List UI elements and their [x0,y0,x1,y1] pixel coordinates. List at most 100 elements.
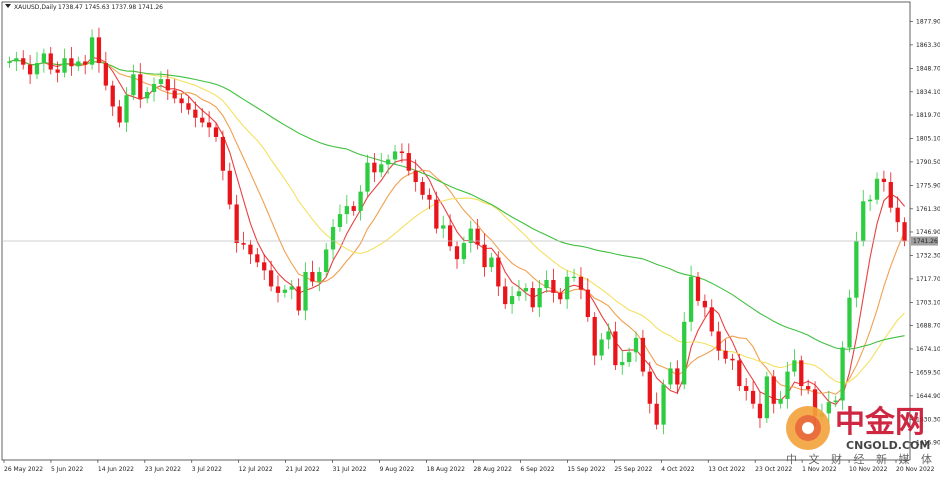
candle-body [799,360,804,387]
candle-body [255,254,260,263]
watermark: 中金网 CNGOLD.COM 中 文 财 经 新 媒 体 [786,405,936,466]
x-tick-label: 6 Sep 2022 [520,466,554,473]
candle-body [406,153,411,171]
candle-body [69,58,74,67]
candle-body [447,225,453,247]
y-tick-label: 1790.50 [916,159,940,166]
candle-body [847,297,852,348]
x-tick-label: 31 Jul 2022 [333,466,367,473]
candle-body [21,58,26,65]
x-tick-label: 9 Aug 2022 [380,466,415,473]
candle-body [461,243,467,260]
y-tick-label: 1805.10 [916,135,940,142]
candle-body [62,58,67,73]
candle-body [89,37,95,65]
candle-body [151,83,157,92]
candle-body [544,280,549,289]
candle-body [867,199,873,202]
candle-body [627,352,632,362]
candle-body [688,276,694,322]
candle-body [592,316,597,356]
candle-body [262,262,267,271]
x-tick-label: 10 Nov 2022 [849,466,888,473]
candle-body [227,170,232,205]
y-tick-label: 1877.90 [916,18,940,25]
candle-body [83,61,88,65]
candle-body [399,151,405,154]
candle-body [386,159,391,165]
candle-body [695,276,701,301]
candle-body [420,181,425,195]
candle-body [317,271,322,282]
x-tick-label: 3 Jul 2022 [192,466,222,473]
candle-body [778,398,783,404]
candle-body [723,350,728,359]
candle-body [874,178,880,200]
y-tick-label: 1761.30 [916,206,940,213]
watermark-slogan: 中 文 财 经 新 媒 体 [786,452,936,466]
x-tick-label: 15 Sep 2022 [567,466,605,473]
candle-body [551,280,556,293]
x-tick-label: 28 Aug 2022 [473,466,512,473]
candle-body [840,347,845,401]
candle-body [27,64,33,75]
candle-body [661,384,666,425]
candle-body [599,339,604,356]
candle-body [14,58,19,62]
x-tick-label: 18 Aug 2022 [427,466,466,473]
chart-ohlc: 1738.47 1745.63 1737.98 1741.26 [58,4,163,11]
candle-body [103,63,108,86]
candle-body [475,228,480,245]
candle-body [585,289,590,317]
candle-body [654,403,659,425]
candle-body [213,127,219,137]
candle-body [427,194,432,200]
y-tick-label: 1732.30 [916,252,940,259]
candle-body [241,243,246,245]
candle-body [34,63,40,75]
candle-body [337,214,343,227]
candle-body [365,162,370,192]
x-tick-label: 1 Nov 2022 [802,466,837,473]
candle-body [268,270,274,287]
candle-body [392,151,398,160]
candle-body [158,79,164,84]
candle-body [633,337,639,353]
candle-body [503,286,508,305]
x-tick-label: 25 Sep 2022 [614,466,652,473]
candle-body [558,292,563,300]
candle-body [372,162,377,173]
watermark-brand-cn: 中金网 [835,405,925,440]
x-tick-label: 12 Jul 2022 [239,466,273,473]
candle-body [413,170,418,182]
y-tick-label: 1819.70 [916,112,940,119]
candle-body [702,300,708,308]
candle-body [750,390,756,404]
x-tick-label: 26 May 2022 [4,466,43,473]
candle-body [248,244,253,255]
candle-body [76,61,81,67]
candle-body [833,400,838,403]
candle-body [716,331,721,351]
x-tick-label: 21 Jul 2022 [286,466,320,473]
y-tick-label: 1644.90 [916,393,940,400]
candle-body [344,206,349,215]
candle-body [7,61,12,64]
candle-body [303,271,308,311]
y-tick-label: 1659.50 [916,369,940,376]
candle-body [482,244,487,268]
candle-body [489,257,494,268]
candle-body [902,222,907,242]
candle-body [640,337,646,372]
x-tick-label: 4 Oct 2022 [661,466,694,473]
candle-body [434,199,439,229]
candle-body [110,85,115,107]
candle-body [358,191,363,211]
candle-body [537,288,542,308]
candle-body [179,98,184,104]
x-tick-label: 23 Jun 2022 [145,466,181,473]
candle-body [620,361,625,366]
candle-body [606,331,611,340]
price-chart: 1877.90 1863.30 1848.70 1834.10 1819.70 1805.… [0,0,940,477]
candle-body [454,246,460,260]
